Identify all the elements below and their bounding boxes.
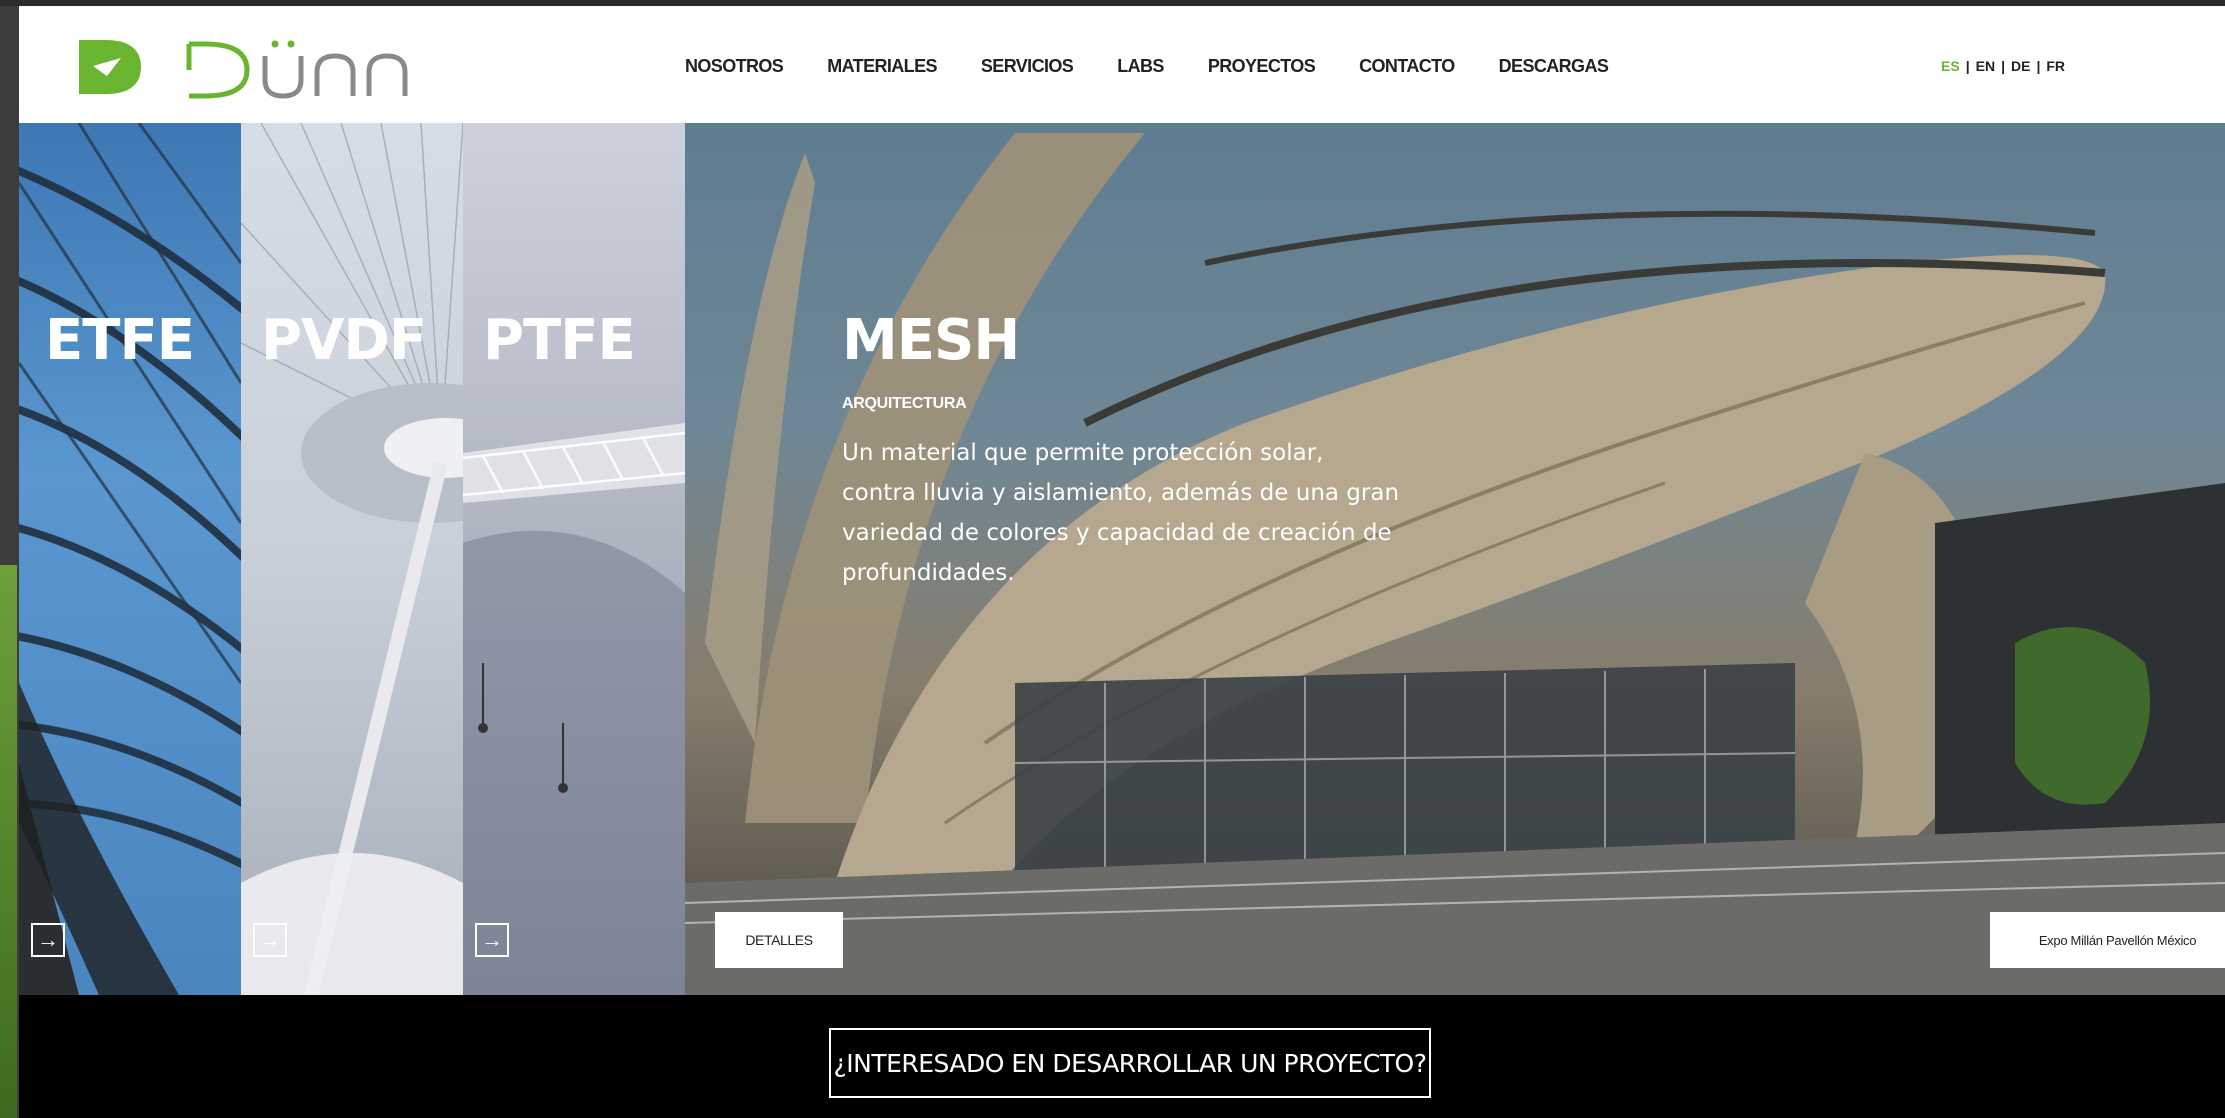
nav-item-descargas[interactable]: DESCARGAS	[1499, 56, 1609, 77]
main-nav: NOSOTROS MATERIALES SERVICIOS LABS PROYE…	[685, 56, 1652, 77]
site-header: NOSOTROS MATERIALES SERVICIOS LABS PROYE…	[19, 6, 2225, 123]
page: NOSOTROS MATERIALES SERVICIOS LABS PROYE…	[19, 6, 2225, 1118]
details-button[interactable]: DETALLES	[715, 912, 843, 968]
panel-title-etfe: ETFE	[45, 308, 195, 373]
left-edge-accent	[0, 565, 17, 1118]
panel-mesh: MESH ARQUITECTURA Un material que permit…	[685, 123, 2225, 995]
nav-item-servicios[interactable]: SERVICIOS	[981, 56, 1074, 77]
etfe-roof-image	[19, 123, 241, 995]
panel-title-ptfe: PTFE	[483, 308, 636, 373]
lang-de[interactable]: DE	[2011, 58, 2030, 74]
project-inquiry-button[interactable]: ¿INTERESADO EN DESARROLLAR UN PROYECTO?	[829, 1028, 1431, 1098]
cta-band: ¿INTERESADO EN DESARROLLAR UN PROYECTO?	[19, 995, 2225, 1118]
panel-title-mesh: MESH	[842, 308, 1020, 373]
nav-item-nosotros[interactable]: NOSOTROS	[685, 56, 784, 77]
lang-en[interactable]: EN	[1976, 58, 1995, 74]
screen: NOSOTROS MATERIALES SERVICIOS LABS PROYE…	[0, 0, 2225, 1118]
panel-etfe[interactable]: ETFE →	[19, 123, 241, 995]
lang-separator: |	[1965, 58, 1970, 74]
panel-pvdf[interactable]: PVDF →	[241, 123, 463, 995]
panel-subtitle: ARQUITECTURA	[842, 395, 967, 412]
lang-es[interactable]: ES	[1941, 58, 1960, 74]
panel-description: Un material que permite protección solar…	[842, 440, 1400, 586]
material-hero: ETFE → PVDF → PTFE → MESH ARQUITECTURA U…	[19, 123, 2225, 995]
nav-item-contacto[interactable]: CONTACTO	[1359, 56, 1455, 77]
lang-fr[interactable]: FR	[2046, 58, 2065, 74]
language-switcher: ES | EN | DE | FR	[1941, 58, 2065, 74]
nav-item-labs[interactable]: LABS	[1117, 56, 1164, 77]
nav-item-proyectos[interactable]: PROYECTOS	[1208, 56, 1316, 77]
nav-item-materiales[interactable]: MATERIALES	[827, 56, 937, 77]
arrow-right-icon[interactable]: →	[475, 923, 509, 957]
dunn-logo[interactable]	[77, 30, 437, 104]
mesh-content: MESH ARQUITECTURA Un material que permit…	[842, 308, 1402, 593]
ptfe-structure-image	[463, 423, 685, 995]
pvdf-tent-image	[241, 123, 463, 995]
arrow-right-icon[interactable]: →	[31, 923, 65, 957]
arrow-right-icon[interactable]: →	[253, 923, 287, 957]
lang-separator: |	[2001, 58, 2005, 74]
panel-title-pvdf: PVDF	[261, 308, 427, 373]
lang-separator: |	[2036, 58, 2041, 74]
panel-ptfe[interactable]: PTFE →	[463, 123, 685, 995]
project-caption-button[interactable]: Expo Millán Pavellón México	[1990, 912, 2225, 968]
